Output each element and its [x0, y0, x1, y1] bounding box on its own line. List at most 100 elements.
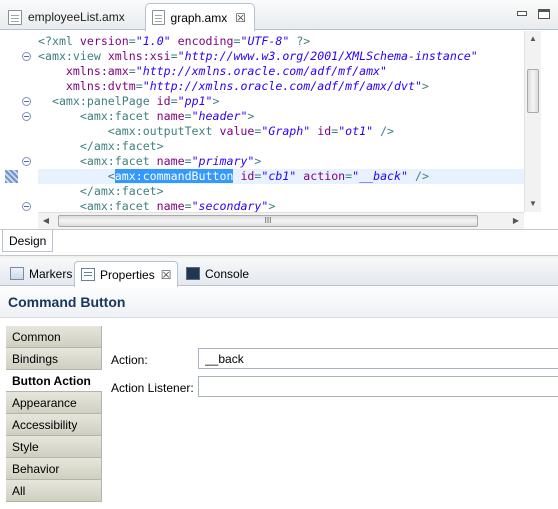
- category-behavior[interactable]: Behavior: [6, 458, 102, 480]
- code-token: =: [184, 199, 192, 212]
- page-title: Command Button: [8, 294, 126, 310]
- code-token: <amx:outputText: [38, 124, 220, 138]
- code-line[interactable]: <amx:outputText value="Graph" id="ot1" /…: [0, 124, 524, 139]
- fold-toggle-icon[interactable]: [22, 154, 34, 169]
- console-icon: [186, 267, 200, 280]
- code-line[interactable]: <amx:facet name="primary">: [0, 154, 524, 169]
- category-all[interactable]: All: [6, 480, 102, 502]
- code-token: </amx:facet>: [38, 184, 164, 198]
- code-token: "__back": [352, 169, 408, 183]
- code-token: =: [184, 154, 192, 168]
- code-line[interactable]: <amx:facet name="header">: [0, 109, 524, 124]
- fold-toggle-icon[interactable]: [22, 199, 34, 212]
- tab-properties[interactable]: Properties ☒: [74, 261, 179, 287]
- code-token: encoding: [177, 34, 234, 48]
- scroll-down-icon[interactable]: ▼: [525, 196, 541, 212]
- tab-label: Properties: [100, 267, 155, 282]
- category-style[interactable]: Style: [6, 436, 102, 458]
- code-text: <amx:panelPage id="pp1">: [38, 94, 220, 109]
- code-token: =: [170, 49, 178, 63]
- code-token: xmlns:xsi: [107, 49, 171, 63]
- category-list: Common Bindings Button Action Appearance Acc…: [6, 326, 102, 502]
- scroll-left-icon[interactable]: ◀: [38, 213, 54, 229]
- selected-text: amx:commandButton: [114, 169, 234, 183]
- code-token: id: [240, 169, 255, 183]
- category-common[interactable]: Common: [6, 326, 102, 348]
- code-line[interactable]: </amx:facet>: [0, 139, 524, 154]
- fold-toggle-icon[interactable]: [22, 109, 34, 124]
- category-accessibility[interactable]: Accessibility: [6, 414, 102, 436]
- view-tab-bar: Markers Properties ☒ Console: [0, 258, 558, 287]
- code-token: "Graph": [261, 124, 311, 138]
- tab-console[interactable]: Console: [180, 261, 255, 286]
- scroll-right-icon[interactable]: ▶: [508, 213, 524, 229]
- code-text: <amx:outputText value="Graph" id="ot1" /…: [38, 124, 394, 139]
- code-token: ?>: [289, 34, 311, 48]
- fold-toggle-icon[interactable]: [22, 49, 34, 64]
- xml-editor-panel: employeeList.amx graph.amx ☒ <?xml versi…: [0, 0, 558, 256]
- code-text: <amx:facet name="secondary">: [38, 199, 275, 212]
- fold-toggle-icon[interactable]: [22, 94, 34, 109]
- code-token: >: [247, 109, 255, 123]
- code-line[interactable]: <amx:commandButton id="cb1" action="__ba…: [0, 169, 524, 184]
- properties-icon: [81, 268, 95, 281]
- design-tab[interactable]: Design: [2, 230, 54, 252]
- scroll-thumb[interactable]: III: [58, 215, 478, 227]
- tab-label: graph.amx: [170, 10, 228, 25]
- code-token: "pp1": [177, 94, 213, 108]
- collapse-icon: [22, 202, 31, 211]
- window-controls: [516, 9, 550, 19]
- collapse-icon: [22, 97, 31, 106]
- code-text: </amx:facet>: [38, 139, 164, 154]
- code-token: name: [156, 199, 185, 212]
- action-listener-label: Action Listener:: [111, 381, 194, 395]
- code-text: <amx:facet name="header">: [38, 109, 255, 124]
- code-text: <amx:commandButton id="cb1" action="__ba…: [38, 169, 429, 184]
- code-token: <amx:facet: [38, 199, 157, 212]
- vertical-scrollbar[interactable]: ▲ ▼: [524, 31, 541, 212]
- category-bindings[interactable]: Bindings: [6, 348, 102, 370]
- tab-graph-amx[interactable]: graph.amx ☒: [145, 3, 255, 31]
- scroll-thumb[interactable]: [527, 69, 539, 113]
- code-token: <amx:facet: [38, 154, 157, 168]
- code-line[interactable]: <amx:facet name="secondary">: [0, 199, 524, 212]
- code-token: "http://xmlns.oracle.com/adf/mf/amx": [135, 64, 388, 78]
- code-token: "secondary": [191, 199, 269, 212]
- code-token: =: [128, 34, 136, 48]
- code-token: <amx:facet: [38, 109, 157, 123]
- code-line[interactable]: <?xml version="1.0" encoding="UTF-8" ?>: [0, 34, 524, 49]
- code-line[interactable]: <amx:view xmlns:xsi="http://www.w3.org/2…: [0, 49, 524, 64]
- code-token: value: [219, 124, 255, 138]
- code-token: />: [408, 169, 429, 183]
- tab-employeelist-amx[interactable]: employeeList.amx: [2, 4, 133, 30]
- minimize-button[interactable]: [516, 9, 528, 19]
- action-field[interactable]: [198, 348, 558, 369]
- code-text: xmlns:dvtm="http://xmlns.oracle.com/adf/…: [38, 79, 429, 94]
- code-text: <?xml version="1.0" encoding="UTF-8" ?>: [38, 34, 310, 49]
- close-tab-icon[interactable]: ☒: [235, 11, 246, 25]
- close-tab-icon[interactable]: ☒: [161, 268, 172, 282]
- code-editor[interactable]: <?xml version="1.0" encoding="UTF-8" ?> <…: [0, 31, 524, 212]
- code-line[interactable]: xmlns:dvtm="http://xmlns.oracle.com/adf/…: [0, 79, 524, 94]
- code-token: =: [170, 94, 178, 108]
- action-listener-field[interactable]: [198, 376, 558, 397]
- code-token: >: [268, 199, 276, 212]
- category-appearance[interactable]: Appearance: [6, 392, 102, 414]
- horizontal-scrollbar[interactable]: ◀ III ▶: [38, 212, 524, 229]
- tab-markers[interactable]: Markers: [4, 261, 78, 286]
- code-text: </amx:facet>: [38, 184, 164, 199]
- tab-label: Markers: [29, 266, 73, 281]
- category-button-action[interactable]: Button Action: [6, 370, 102, 392]
- code-token: name: [156, 154, 185, 168]
- code-text: xmlns:amx="http://xmlns.oracle.com/adf/m…: [38, 64, 387, 79]
- code-line[interactable]: </amx:facet>: [0, 184, 524, 199]
- code-token: <?xml: [38, 34, 80, 48]
- file-icon: [152, 10, 165, 25]
- code-line[interactable]: <amx:panelPage id="pp1">: [0, 94, 524, 109]
- properties-header: Command Button: [0, 287, 558, 318]
- code-line[interactable]: xmlns:amx="http://xmlns.oracle.com/adf/m…: [0, 64, 524, 79]
- collapse-icon: [22, 157, 31, 166]
- maximize-button[interactable]: [538, 9, 550, 19]
- tab-label: Console: [205, 266, 250, 281]
- scroll-up-icon[interactable]: ▲: [525, 31, 541, 47]
